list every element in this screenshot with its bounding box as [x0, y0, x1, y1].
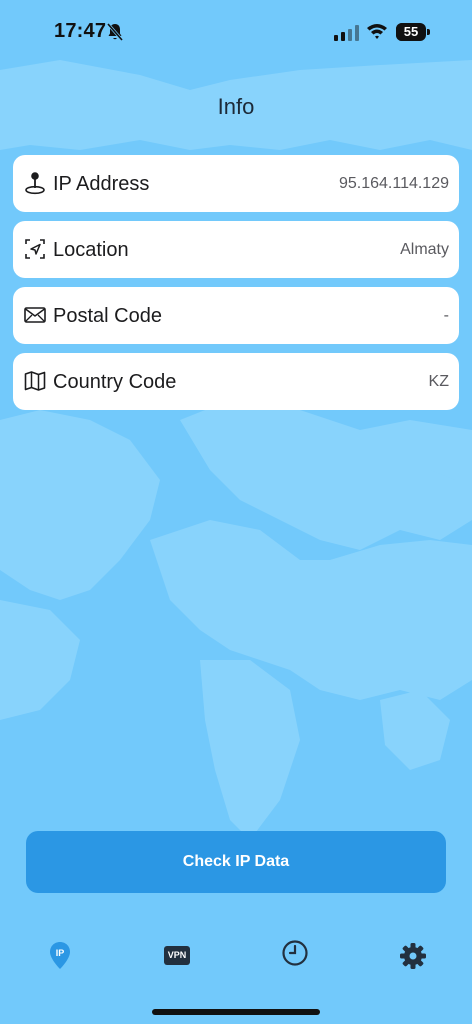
info-value: - [443, 307, 449, 324]
battery-cap [427, 29, 430, 35]
info-card-location: Location Almaty [13, 221, 459, 278]
wifi-icon [367, 24, 387, 39]
vpn-icon: VPN [164, 946, 190, 965]
status-bar: 17:47 55 [0, 0, 472, 64]
info-value: KZ [428, 373, 449, 390]
home-indicator [152, 1009, 320, 1015]
tab-history[interactable] [264, 930, 324, 986]
envelope-icon [24, 307, 46, 323]
info-label: Postal Code [53, 305, 162, 327]
cellular-signal-icon [334, 25, 359, 41]
info-label: Country Code [53, 371, 177, 393]
map-icon [24, 371, 46, 391]
tab-settings[interactable] [382, 930, 442, 986]
info-value: 95.164.114.129 [338, 175, 449, 192]
location-arrow-icon [25, 239, 45, 259]
tab-ip-badge: IP [55, 948, 65, 958]
info-card-ip-address: IP Address 95.164.114.129 [13, 155, 459, 212]
tab-bar: IP [0, 930, 472, 986]
info-label: Location [53, 239, 129, 261]
check-ip-data-button[interactable]: Check IP Data [26, 831, 446, 893]
battery-indicator: 55 [396, 23, 430, 41]
info-value: Almaty [400, 241, 449, 258]
info-card-country-code: Country Code KZ [13, 353, 459, 410]
tab-ip[interactable]: IP [30, 930, 90, 986]
battery-percentage: 55 [403, 24, 419, 39]
gear-icon [400, 943, 426, 969]
clock-icon [282, 940, 308, 966]
info-list: IP Address 95.164.114.129 Location Almat… [13, 155, 459, 419]
bell-muted-icon [106, 23, 124, 41]
status-time: 17:47 [54, 20, 107, 42]
info-label: IP Address [53, 173, 150, 195]
map-pin-icon [25, 172, 45, 195]
page-title: Info [217, 94, 255, 119]
info-card-postal-code: Postal Code - [13, 287, 459, 344]
